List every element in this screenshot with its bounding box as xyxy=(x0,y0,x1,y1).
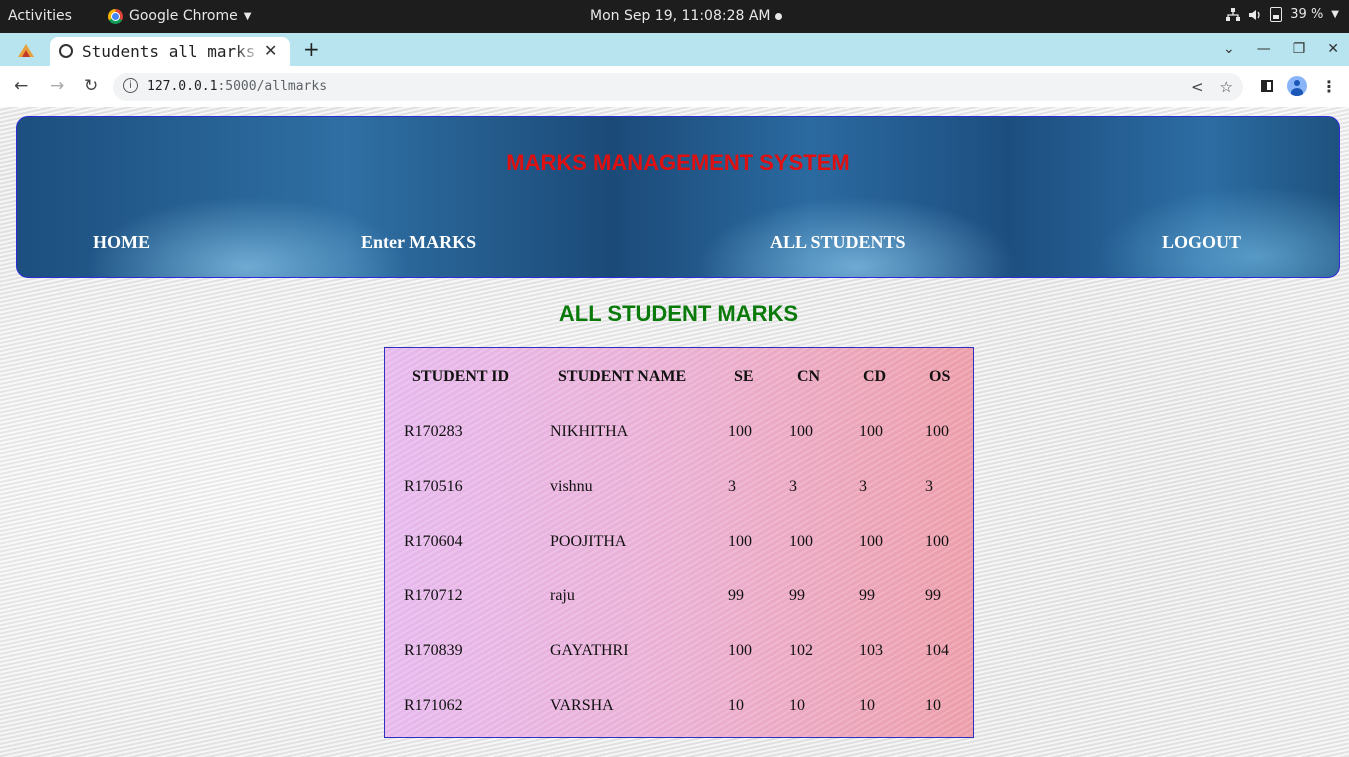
column-header-student-id: STUDENT ID xyxy=(412,368,510,385)
table-cell-os: 3 xyxy=(925,478,933,495)
side-panel-icon[interactable] xyxy=(1261,80,1273,92)
table-cell-cn: 99 xyxy=(789,587,805,604)
table-cell-se: 99 xyxy=(728,587,744,604)
nav-logout-link[interactable]: LOGOUT xyxy=(1162,232,1241,253)
network-icon xyxy=(1226,7,1241,21)
table-cell-cd: 103 xyxy=(859,642,883,659)
nav-all-students-link[interactable]: ALL STUDENTS xyxy=(770,232,906,253)
site-title: MARKS MANAGEMENT SYSTEM xyxy=(506,150,850,175)
restore-icon[interactable]: ❐ xyxy=(1293,41,1306,57)
notification-dot-icon xyxy=(774,12,782,20)
nav-enter-marks-link[interactable]: Enter MARKS xyxy=(361,232,476,253)
table-cell-student-id: R170604 xyxy=(404,533,463,550)
reload-icon[interactable]: ↻ xyxy=(84,76,98,96)
table-cell-se: 100 xyxy=(728,533,752,550)
forward-arrow-icon[interactable]: → xyxy=(50,76,64,96)
url-path: :5000/allmarks xyxy=(217,79,328,94)
profile-avatar-icon[interactable] xyxy=(1287,76,1307,96)
table-cell-student-name: vishnu xyxy=(550,478,593,495)
table-cell-cn: 10 xyxy=(789,697,805,714)
table-cell-student-name: raju xyxy=(550,587,575,604)
page-content: MARKS MANAGEMENT SYSTEM HOME Enter MARKS… xyxy=(0,107,1349,757)
table-cell-os: 100 xyxy=(925,423,949,440)
volume-icon xyxy=(1249,9,1260,20)
system-tray[interactable]: 39 % ▼ xyxy=(1226,7,1339,22)
table-cell-os: 100 xyxy=(925,533,949,550)
globe-icon xyxy=(59,44,73,58)
tab-strip: Students all marks ✕ xyxy=(0,33,1349,66)
clock-text: Mon Sep 19, 11:08:28 AM xyxy=(590,8,771,24)
menu-kebab-icon[interactable]: ⋮ xyxy=(1321,77,1337,96)
tab-search-chevron-icon[interactable]: ⌄ xyxy=(1223,41,1235,57)
site-header: MARKS MANAGEMENT SYSTEM HOME Enter MARKS… xyxy=(16,116,1340,278)
app-name: Google Chrome xyxy=(129,8,238,24)
minimize-icon[interactable]: — xyxy=(1257,41,1271,57)
table-cell-se: 100 xyxy=(728,642,752,659)
table-cell-cd: 100 xyxy=(859,533,883,550)
table-cell-cn: 100 xyxy=(789,423,813,440)
app-menu[interactable]: Google Chrome ▼ xyxy=(108,8,251,24)
tab-title: Students all marks xyxy=(82,42,256,61)
table-cell-student-id: R170839 xyxy=(404,642,463,659)
table-cell-cd: 3 xyxy=(859,478,867,495)
tab-active[interactable]: Students all marks ✕ xyxy=(50,37,290,66)
toolbar-right: ⋮ xyxy=(1261,76,1337,96)
table-cell-student-name: NIKHITHA xyxy=(550,423,629,440)
table-cell-cn: 102 xyxy=(789,642,813,659)
table-cell-se: 3 xyxy=(728,478,736,495)
address-bar[interactable]: i 127.0.0.1:5000/allmarks < ☆ xyxy=(113,73,1243,101)
table-cell-se: 100 xyxy=(728,423,752,440)
table-cell-cn: 3 xyxy=(789,478,797,495)
table-cell-os: 10 xyxy=(925,697,941,714)
table-cell-os: 104 xyxy=(925,642,949,659)
omnibox-actions: < ☆ xyxy=(1191,78,1233,96)
table-cell-student-id: R170712 xyxy=(404,587,463,604)
table-cell-student-id: R171062 xyxy=(404,697,463,714)
system-menu-caret-icon: ▼ xyxy=(1331,9,1339,20)
share-icon[interactable]: < xyxy=(1191,78,1204,96)
back-arrow-icon[interactable]: ← xyxy=(14,76,28,96)
table-cell-student-name: VARSHA xyxy=(550,697,614,714)
close-window-icon[interactable]: ✕ xyxy=(1327,41,1339,57)
chrome-icon xyxy=(108,8,123,24)
tab-close-icon[interactable]: ✕ xyxy=(264,41,277,60)
battery-percent: 39 % xyxy=(1290,7,1324,22)
table-cell-student-name: POOJITHA xyxy=(550,533,627,550)
table-cell-cd: 100 xyxy=(859,423,883,440)
column-header-se: SE xyxy=(734,368,754,385)
table-cell-cd: 10 xyxy=(859,697,875,714)
url-text: 127.0.0.1:5000/allmarks xyxy=(147,79,327,94)
column-header-os: OS xyxy=(929,368,951,385)
battery-icon xyxy=(1270,7,1283,22)
activities-button[interactable]: Activities xyxy=(8,8,72,24)
table-cell-student-id: R170516 xyxy=(404,478,463,495)
browser-toolbar: ← → ↻ i 127.0.0.1:5000/allmarks < ☆ ⋮ xyxy=(0,66,1349,108)
table-cell-student-id: R170283 xyxy=(404,423,463,440)
table-cell-cd: 99 xyxy=(859,587,875,604)
bookmark-star-icon[interactable]: ☆ xyxy=(1220,78,1233,96)
window-controls: ⌄ — ❐ ✕ xyxy=(1223,41,1339,57)
pinned-tab-favicon-icon[interactable] xyxy=(17,42,35,58)
system-top-bar: Activities Google Chrome ▼ Mon Sep 19, 1… xyxy=(0,0,1349,33)
column-header-cn: CN xyxy=(797,368,821,385)
url-host: 127.0.0.1 xyxy=(147,79,218,94)
section-title: ALL STUDENT MARKS xyxy=(558,301,799,326)
nav-home-link[interactable]: HOME xyxy=(93,232,150,253)
table-cell-student-name: GAYATHRI xyxy=(550,642,629,659)
marks-table: STUDENT ID STUDENT NAME SE CN CD OS R170283 NIK… xyxy=(384,347,974,738)
table-cell-os: 99 xyxy=(925,587,941,604)
site-info-icon[interactable]: i xyxy=(123,78,138,93)
new-tab-button[interactable]: + xyxy=(303,37,320,61)
column-header-cd: CD xyxy=(863,368,887,385)
caret-down-icon: ▼ xyxy=(243,10,252,22)
table-cell-se: 10 xyxy=(728,697,744,714)
column-header-student-name: STUDENT NAME xyxy=(558,368,687,385)
clock[interactable]: Mon Sep 19, 11:08:28 AM xyxy=(590,8,782,24)
table-cell-cn: 100 xyxy=(789,533,813,550)
